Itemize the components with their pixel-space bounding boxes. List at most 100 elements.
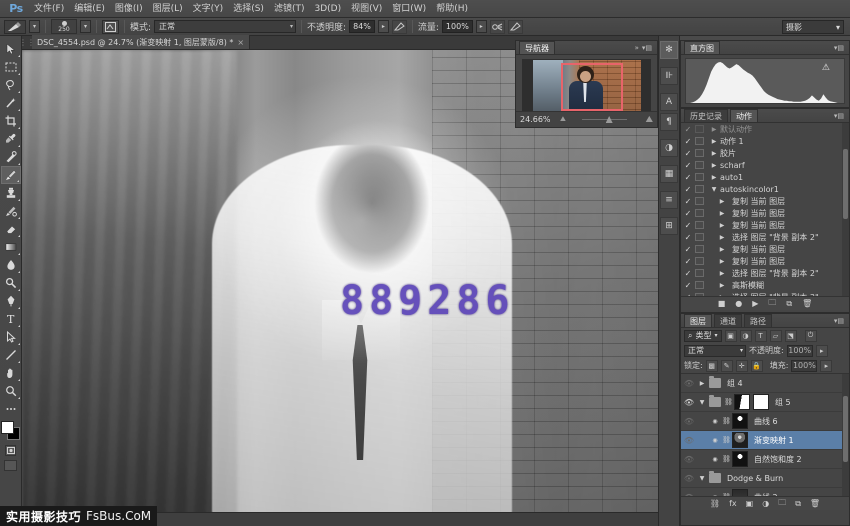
tab-grip-icon[interactable]: ⋮⋮	[22, 35, 32, 49]
pen-tool[interactable]	[1, 292, 21, 310]
menu-item-layer[interactable]: 图层(L)	[148, 0, 188, 18]
action-row[interactable]: ✓▶auto1	[681, 171, 849, 183]
actions-scrollbar[interactable]	[842, 123, 849, 296]
healing-brush-tool[interactable]	[1, 148, 21, 166]
action-dialog-toggle[interactable]	[695, 221, 704, 229]
screen-mode-icon[interactable]	[4, 460, 17, 471]
action-enabled-checkbox[interactable]: ✓	[683, 185, 693, 194]
action-expand-arrow-icon[interactable]: ▼	[710, 186, 718, 193]
action-row[interactable]: ✓▶复制 当前 图层	[681, 207, 849, 219]
tab-paths[interactable]: 路径	[744, 314, 772, 327]
action-row[interactable]: ✓▶默认动作	[681, 123, 849, 135]
zoom-tool[interactable]	[1, 382, 21, 400]
marquee-tool[interactable]	[1, 58, 21, 76]
record-icon[interactable]: ●	[735, 299, 742, 308]
play-icon[interactable]: ▶	[752, 299, 758, 308]
layer-visibility-eye-icon[interactable]: 👁	[683, 455, 695, 464]
actions-list[interactable]: ✓▶默认动作✓▶动作 1✓▶胶片✓▶scharf✓▶auto1✓▼autoski…	[681, 123, 849, 296]
action-enabled-checkbox[interactable]: ✓	[683, 125, 693, 134]
tab-layers[interactable]: 图层	[684, 314, 712, 327]
brush-panel-icon[interactable]	[102, 20, 119, 34]
action-dialog-toggle[interactable]	[695, 137, 704, 145]
action-enabled-checkbox[interactable]: ✓	[683, 257, 693, 266]
layer-mask-link-icon[interactable]: ⛓	[722, 436, 729, 444]
menu-item-file[interactable]: 文件(F)	[29, 0, 69, 18]
action-row[interactable]: ✓▼autoskincolor1	[681, 183, 849, 195]
new-group-icon[interactable]: 🗀	[778, 497, 786, 511]
action-enabled-checkbox[interactable]: ✓	[683, 197, 693, 206]
history-brush-tool[interactable]	[1, 202, 21, 220]
action-enabled-checkbox[interactable]: ✓	[683, 137, 693, 146]
lock-position-icon[interactable]: ✛	[736, 360, 748, 372]
layer-visibility-eye-icon[interactable]: 👁	[683, 398, 695, 407]
gradient-tool[interactable]	[1, 238, 21, 256]
action-expand-arrow-icon[interactable]: ▶	[718, 270, 726, 277]
crop-tool[interactable]	[1, 112, 21, 130]
delete-layer-icon[interactable]: 🗑	[810, 499, 820, 508]
new-layer-icon[interactable]: ⧉	[795, 499, 801, 509]
pixel-filter-icon[interactable]: ▣	[725, 330, 737, 342]
layer-thumbnail[interactable]	[732, 451, 748, 467]
action-dialog-toggle[interactable]	[695, 281, 704, 289]
action-enabled-checkbox[interactable]: ✓	[683, 161, 693, 170]
eraser-tool[interactable]	[1, 220, 21, 238]
action-dialog-toggle[interactable]	[695, 257, 704, 265]
layer-thumbnail[interactable]	[732, 432, 748, 448]
action-expand-arrow-icon[interactable]: ▶	[718, 198, 726, 205]
panel-menu-icon[interactable]: ▾▤	[642, 44, 652, 52]
layer-thumbnail[interactable]	[732, 413, 748, 429]
layer-visibility-eye-icon[interactable]: 👁	[683, 474, 695, 483]
tab-navigator[interactable]: 导航器	[519, 41, 555, 54]
action-expand-arrow-icon[interactable]: ▶	[710, 138, 718, 145]
flow-input[interactable]: 100%	[442, 20, 473, 33]
new-set-icon[interactable]: 🗀	[768, 297, 776, 311]
blur-tool[interactable]	[1, 256, 21, 274]
quick-mask-icon[interactable]	[5, 445, 16, 456]
action-row[interactable]: ✓▶复制 当前 图层	[681, 195, 849, 207]
action-row[interactable]: ✓▶选择 图层 "背景 副本 2"	[681, 267, 849, 279]
action-dialog-toggle[interactable]	[695, 173, 704, 181]
layer-mask-link-icon[interactable]: ⛓	[722, 417, 729, 425]
action-expand-arrow-icon[interactable]: ▶	[718, 282, 726, 289]
action-dialog-toggle[interactable]	[695, 245, 704, 253]
tablet-pressure-opacity-icon[interactable]	[392, 20, 407, 34]
action-row[interactable]: ✓▶选择 图层 "背景 副本 2"	[681, 231, 849, 243]
hand-tool[interactable]	[1, 364, 21, 382]
menu-item-type[interactable]: 文字(Y)	[188, 0, 229, 18]
type-tool[interactable]: T	[1, 310, 21, 328]
opacity-stepper-layers[interactable]: ▸	[816, 345, 828, 357]
action-expand-arrow-icon[interactable]: ▶	[718, 258, 726, 265]
action-expand-arrow-icon[interactable]: ▶	[718, 222, 726, 229]
panel-menu-icon-histogram[interactable]: ▾▤	[834, 44, 844, 52]
layer-row[interactable]: 👁▼Dodge & Burn	[681, 469, 849, 488]
layer-row[interactable]: 👁◉⛓曲线 6	[681, 412, 849, 431]
layer-visibility-eye-icon[interactable]: 👁	[683, 379, 695, 388]
new-action-icon[interactable]: ⧉	[786, 299, 792, 309]
eyedropper-tool[interactable]	[1, 130, 21, 148]
lock-all-icon[interactable]: 🔒	[751, 360, 763, 372]
add-mask-icon[interactable]: ▣	[746, 499, 754, 508]
tab-actions[interactable]: 动作	[730, 109, 758, 122]
navigator-thumbnail-area[interactable]	[522, 59, 651, 117]
action-enabled-checkbox[interactable]: ✓	[683, 209, 693, 218]
adjustments-panel-icon[interactable]: ◑	[660, 139, 678, 157]
tab-channels[interactable]: 通道	[714, 314, 742, 327]
path-selection-tool[interactable]	[1, 328, 21, 346]
clone-stamp-tool[interactable]	[1, 184, 21, 202]
blend-mode-select[interactable]: 正常 ▾	[154, 20, 296, 33]
layers-fill-value[interactable]: 100%	[791, 360, 817, 372]
brush-tool[interactable]	[1, 166, 21, 184]
action-dialog-toggle[interactable]	[695, 149, 704, 157]
layer-row[interactable]: 👁◉⛓自然饱和度 2	[681, 450, 849, 469]
flow-stepper[interactable]: ▸	[476, 20, 487, 33]
character-panel-icon[interactable]: A	[660, 93, 678, 111]
type-filter-icon[interactable]: T	[755, 330, 767, 342]
small-mountain-icon[interactable]: ⛰	[560, 115, 566, 124]
magic-wand-tool[interactable]	[1, 94, 21, 112]
action-enabled-checkbox[interactable]: ✓	[683, 233, 693, 242]
action-enabled-checkbox[interactable]: ✓	[683, 281, 693, 290]
more-tools[interactable]	[1, 400, 21, 418]
action-dialog-toggle[interactable]	[695, 197, 704, 205]
action-dialog-toggle[interactable]	[695, 293, 704, 296]
panel-menu-icon-layers[interactable]: ▾▤	[834, 317, 844, 325]
